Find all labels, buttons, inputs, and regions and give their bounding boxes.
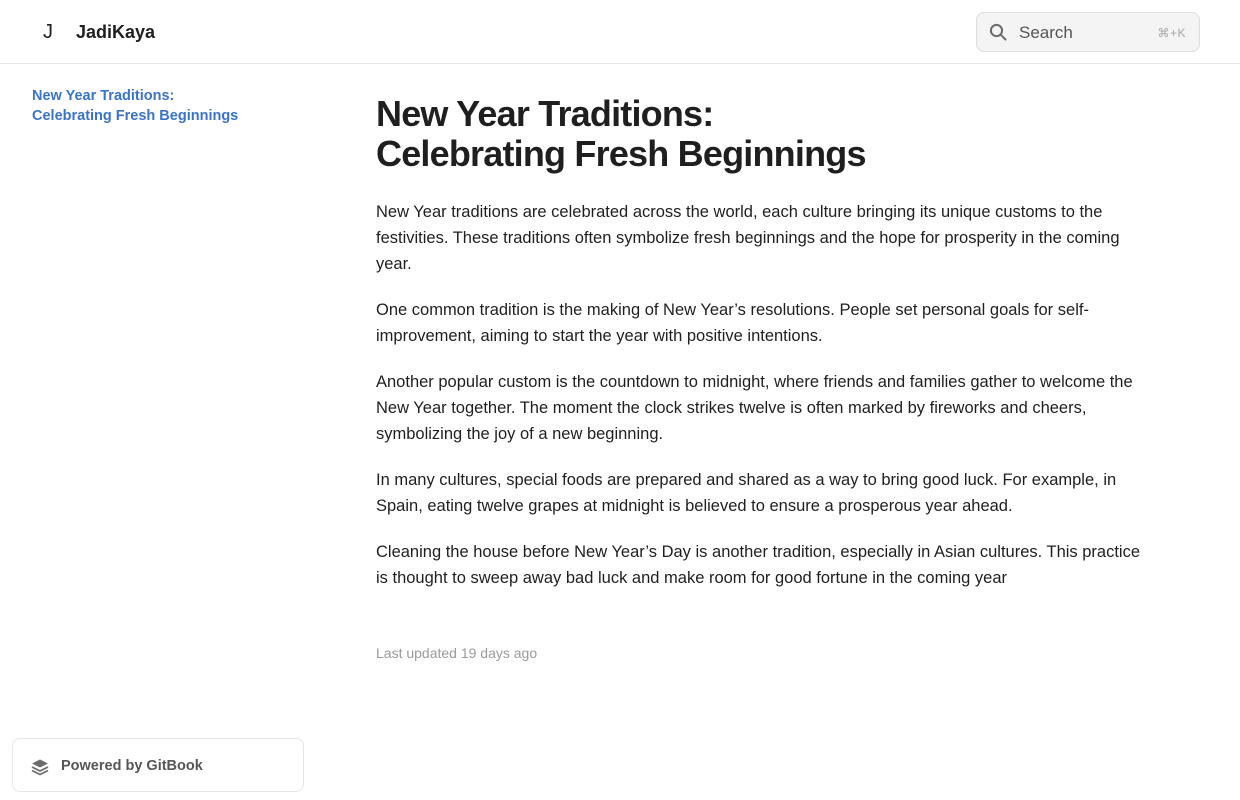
last-updated-text: Last updated 19 days ago xyxy=(376,645,538,661)
search-shortcut-hint: ⌘+K xyxy=(1157,26,1186,40)
page-title-line1: New Year Traditions: xyxy=(376,93,714,134)
sidebar-item-label-line1: New Year Traditions: xyxy=(32,88,175,104)
search-placeholder: Search xyxy=(1019,23,1073,42)
gitbook-icon xyxy=(31,759,49,776)
top-header: J JadiKaya Search ⌘+K xyxy=(0,0,1240,64)
search-icon xyxy=(989,23,1007,41)
main-content: New Year Traditions: Celebrating Fresh B… xyxy=(376,64,1156,663)
paragraph: One common tradition is the making of Ne… xyxy=(376,301,1089,345)
sidebar: New Year Traditions: Celebrating Fresh B… xyxy=(0,64,320,800)
sidebar-item-label-line2: Celebrating Fresh Beginnings xyxy=(32,108,239,124)
page-title: New Year Traditions: Celebrating Fresh B… xyxy=(376,94,1156,174)
sidebar-item-new-year-traditions[interactable]: New Year Traditions: Celebrating Fresh B… xyxy=(32,86,272,126)
paragraph: Another popular custom is the countdown … xyxy=(376,373,1133,443)
powered-by-gitbook-link[interactable]: Powered by GitBook xyxy=(12,738,304,792)
paragraph: In many cultures, special foods are prep… xyxy=(376,471,1117,515)
paragraph: Cleaning the house before New Year’s Day… xyxy=(376,543,1141,587)
site-title-link[interactable]: JadiKaya xyxy=(76,20,155,44)
page-title-line2: Celebrating Fresh Beginnings xyxy=(376,133,866,174)
site-logo[interactable]: J xyxy=(40,18,56,46)
powered-by-label: Powered by GitBook xyxy=(61,758,203,774)
search-button[interactable]: Search ⌘+K xyxy=(976,12,1200,52)
paragraph: New Year traditions are celebrated acros… xyxy=(376,203,1120,273)
article-body: New Year traditions are celebrated acros… xyxy=(376,199,1156,591)
